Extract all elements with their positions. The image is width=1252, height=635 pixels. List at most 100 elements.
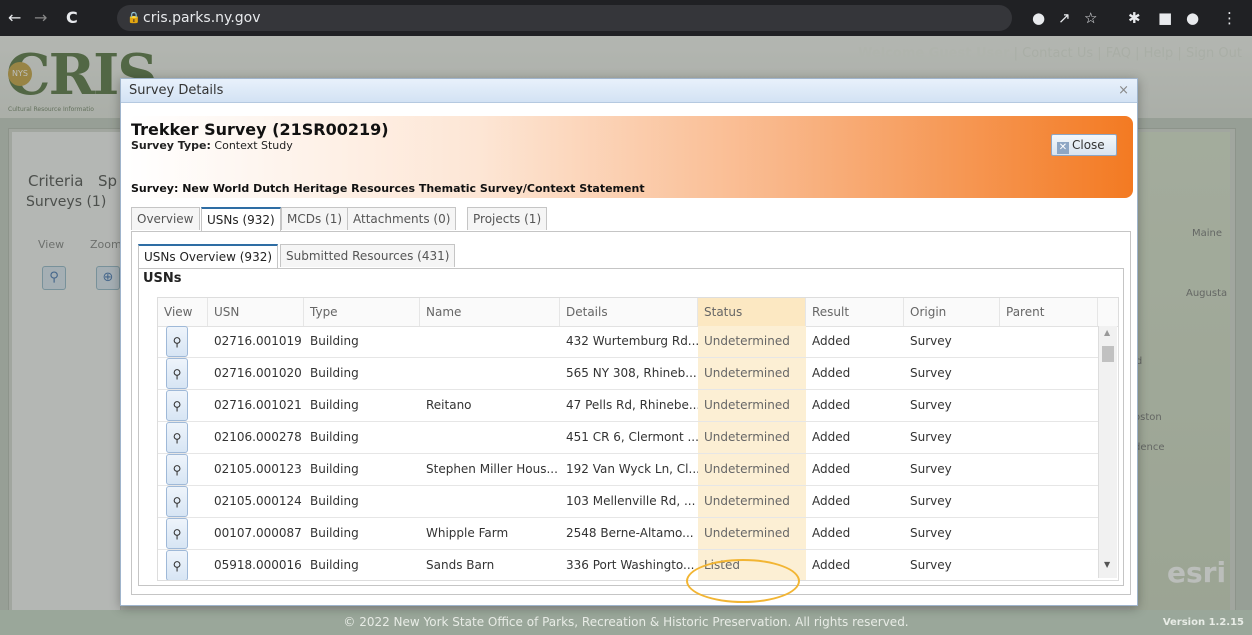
dialog-close-icon[interactable]: ×	[1118, 79, 1129, 103]
col-type[interactable]: Type	[304, 298, 420, 326]
view-row-search-icon[interactable]: ⚲	[166, 550, 188, 580]
cell-usn: 02716.001020	[214, 366, 302, 380]
usns-overview-pane: USNs View USN Type Name Details Status R…	[138, 268, 1124, 586]
tab-overview[interactable]: Overview	[131, 207, 200, 230]
site-footer: © 2022 New York State Office of Parks, R…	[0, 610, 1252, 635]
view-row-search-icon[interactable]: ⚲	[166, 326, 188, 357]
close-x-icon: ✕	[1057, 142, 1069, 154]
footer-copyright: © 2022 New York State Office of Parks, R…	[343, 615, 909, 629]
back-arrow-icon[interactable]: ←	[8, 8, 21, 27]
survey-name: Trekker Survey (21SR00219)	[131, 120, 389, 139]
cell-result: Added	[812, 334, 851, 348]
grid-scrollbar[interactable]: ▲ ▼	[1098, 326, 1117, 578]
table-row: ⚲ 02105.000123 Building Stephen Miller H…	[158, 454, 1098, 486]
cell-usn: 00107.000087	[214, 526, 302, 540]
google-icon[interactable]: ●	[1032, 9, 1045, 27]
address-bar[interactable]: 🔒 cris.parks.ny.gov	[117, 5, 1012, 31]
scroll-down-icon[interactable]: ▼	[1104, 560, 1110, 569]
usns-section-title: USNs	[143, 271, 182, 286]
cell-parent	[1000, 486, 1098, 517]
col-name[interactable]: Name	[420, 298, 560, 326]
cell-result: Added	[812, 398, 851, 412]
col-result[interactable]: Result	[806, 298, 904, 326]
view-row-search-icon[interactable]: ⚲	[166, 390, 188, 421]
tab-mcds[interactable]: MCDs (1)	[281, 207, 349, 230]
cell-type: Building	[310, 430, 359, 444]
browser-toolbar: ← → C 🔒 cris.parks.ny.gov ● ↗ ☆ ✱ ■ ● ⋮	[0, 0, 1252, 36]
survey-type-value: Context Study	[214, 139, 293, 152]
col-view[interactable]: View	[158, 298, 208, 326]
cell-parent	[1000, 454, 1098, 485]
usns-grid: View USN Type Name Details Status Result…	[157, 297, 1119, 581]
sidepanel-icon[interactable]: ■	[1158, 9, 1172, 27]
cell-origin: Survey	[910, 494, 952, 508]
cell-details: 47 Pells Rd, Rhinebe...	[566, 398, 698, 412]
cell-result: Added	[812, 526, 851, 540]
dialog-titlebar: Survey Details ×	[121, 79, 1137, 103]
survey-type: Survey Type: Context Study	[131, 139, 293, 152]
lock-icon: 🔒	[127, 11, 141, 24]
tab-usns[interactable]: USNs (932)	[201, 207, 281, 232]
cell-details: 2548 Berne-Altamo...	[566, 526, 694, 540]
cell-result: Added	[812, 558, 851, 572]
table-row: ⚲ 02716.001021 Building Reitano 47 Pells…	[158, 390, 1098, 422]
cell-details: 336 Port Washingto...	[566, 558, 695, 572]
close-button[interactable]: ✕ Close	[1051, 134, 1117, 156]
col-parent[interactable]: Parent	[1000, 298, 1098, 326]
share-icon[interactable]: ↗	[1058, 9, 1071, 27]
cell-parent	[1000, 326, 1098, 357]
col-usn[interactable]: USN	[208, 298, 304, 326]
cell-status: Undetermined	[698, 358, 806, 389]
tab-usns-overview[interactable]: USNs Overview (932)	[138, 244, 279, 269]
profile-icon[interactable]: ●	[1186, 9, 1199, 27]
forward-arrow-icon[interactable]: →	[34, 8, 47, 27]
table-row: ⚲ 02106.000278 Building 451 CR 6, Clermo…	[158, 422, 1098, 454]
usns-tabpane: USNs Overview (932) Submitted Resources …	[131, 231, 1131, 595]
cell-result: Added	[812, 462, 851, 476]
menu-kebab-icon[interactable]: ⋮	[1222, 9, 1237, 27]
cell-origin: Survey	[910, 430, 952, 444]
address-bar-url: cris.parks.ny.gov	[143, 10, 261, 26]
cell-status: Undetermined	[698, 518, 806, 549]
tab-submitted-resources[interactable]: Submitted Resources (431)	[280, 244, 456, 267]
col-status[interactable]: Status	[698, 298, 806, 326]
cell-type: Building	[310, 366, 359, 380]
scroll-thumb[interactable]	[1102, 346, 1114, 362]
cell-name: Sands Barn	[426, 558, 495, 572]
cell-status: Undetermined	[698, 454, 806, 485]
col-origin[interactable]: Origin	[904, 298, 1000, 326]
cell-type: Building	[310, 558, 359, 572]
view-row-search-icon[interactable]: ⚲	[166, 518, 188, 549]
col-details[interactable]: Details	[560, 298, 698, 326]
reload-icon[interactable]: C	[66, 8, 78, 27]
cell-parent	[1000, 422, 1098, 453]
table-row: ⚲ 02716.001019 Building 432 Wurtemburg R…	[158, 326, 1098, 358]
bookmark-star-icon[interactable]: ☆	[1084, 9, 1097, 27]
cell-result: Added	[812, 366, 851, 380]
extensions-icon[interactable]: ✱	[1128, 9, 1141, 27]
cell-parent	[1000, 358, 1098, 389]
cell-type: Building	[310, 526, 359, 540]
cell-type: Building	[310, 494, 359, 508]
survey-full-title: Survey: New World Dutch Heritage Resourc…	[131, 182, 645, 195]
cell-type: Building	[310, 398, 359, 412]
cell-parent	[1000, 550, 1098, 580]
tab-attachments[interactable]: Attachments (0)	[347, 207, 457, 230]
view-row-search-icon[interactable]: ⚲	[166, 422, 188, 453]
cell-usn: 05918.000016	[214, 558, 302, 572]
view-row-search-icon[interactable]: ⚲	[166, 486, 188, 517]
cell-origin: Survey	[910, 366, 952, 380]
cell-result: Added	[812, 430, 851, 444]
cell-origin: Survey	[910, 398, 952, 412]
cell-usn: 02105.000124	[214, 494, 302, 508]
cell-name	[420, 486, 560, 517]
cell-origin: Survey	[910, 462, 952, 476]
cell-result: Added	[812, 494, 851, 508]
table-row: ⚲ 02105.000124 Building 103 Mellenville …	[158, 486, 1098, 518]
tab-projects[interactable]: Projects (1)	[467, 207, 548, 230]
scroll-up-icon[interactable]: ▲	[1104, 328, 1110, 337]
cell-usn: 02105.000123	[214, 462, 302, 476]
close-button-label: Close	[1072, 138, 1105, 152]
view-row-search-icon[interactable]: ⚲	[166, 358, 188, 389]
view-row-search-icon[interactable]: ⚲	[166, 454, 188, 485]
